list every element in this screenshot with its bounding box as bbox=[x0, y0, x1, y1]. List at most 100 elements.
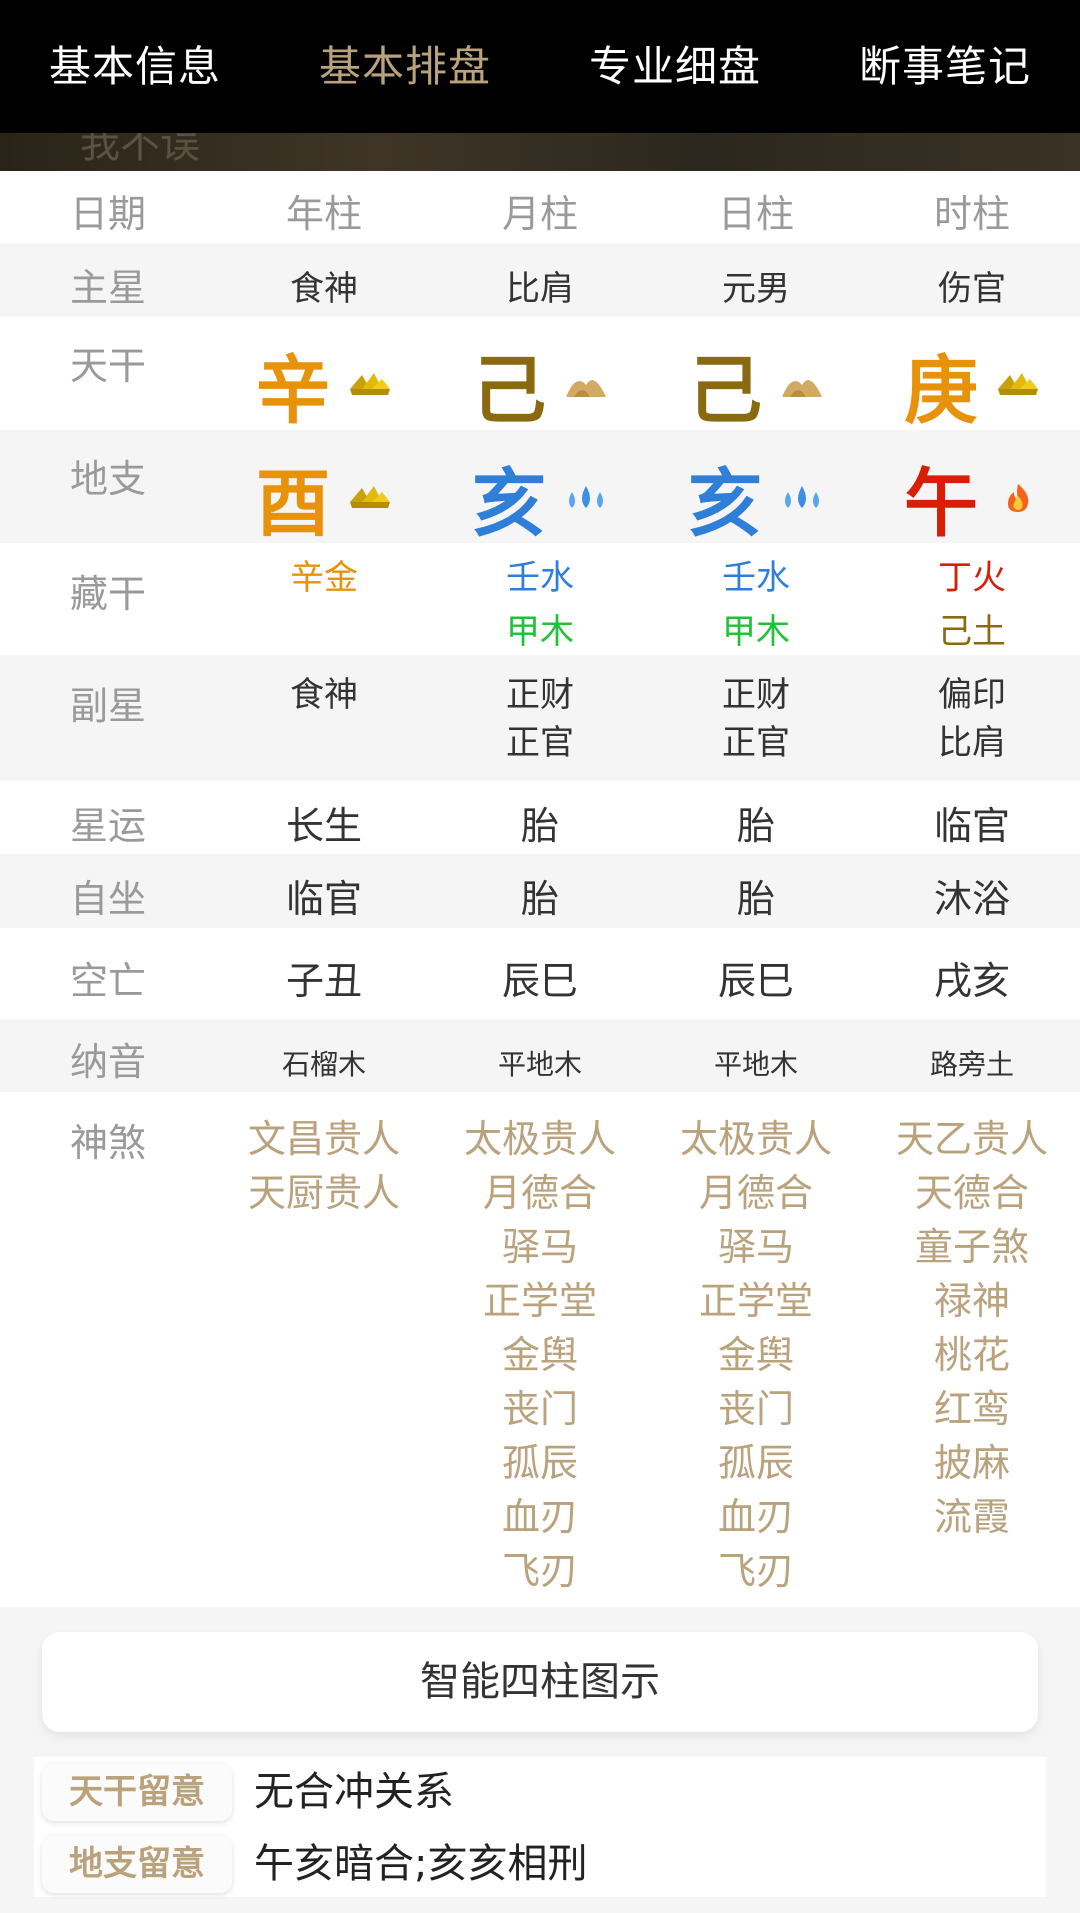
xingyun-month: 胎 bbox=[520, 804, 559, 848]
main-star-month: 比肩 bbox=[506, 269, 574, 309]
col-header-month: 月柱 bbox=[501, 192, 578, 236]
row-label: 自坐 bbox=[69, 877, 146, 921]
row-label: 空亡 bbox=[69, 959, 146, 1003]
kongwang-year: 子丑 bbox=[285, 959, 362, 1003]
earth-icon bbox=[566, 379, 606, 397]
sub-star: 偏印 bbox=[938, 675, 1006, 715]
col-header-hour: 时柱 bbox=[933, 192, 1010, 236]
nayin-row: 纳音 石榴木 平地木 平地木 路旁土 bbox=[0, 1019, 1080, 1092]
fuxing-year: 食神 bbox=[216, 671, 432, 719]
shensha-item: 禄神 bbox=[933, 1279, 1010, 1323]
smart-pillars-button[interactable]: 智能四柱图示 bbox=[42, 1632, 1038, 1732]
row-label: 天干 bbox=[69, 344, 146, 388]
dizhi-year: 酉 bbox=[216, 444, 432, 551]
note-text: 无合冲关系 bbox=[254, 1769, 454, 1815]
shensha-item: 天德合 bbox=[914, 1171, 1029, 1215]
sub-star: 比肩 bbox=[938, 723, 1006, 763]
shensha-hour: 天乙贵人 天德合 童子煞 禄神 桃花 红鸾 披麻 流霞 bbox=[864, 1112, 1080, 1544]
tab-basic-info[interactable]: 基本信息 bbox=[0, 0, 270, 133]
note-row-dizhi: 地支留意 午亥暗合;亥亥相刑 bbox=[34, 1831, 1046, 1897]
earth-icon bbox=[782, 379, 822, 397]
dizhi-day: 亥 bbox=[648, 444, 864, 551]
sub-star: 正财 bbox=[506, 675, 574, 715]
tab-basic-chart[interactable]: 基本排盘 bbox=[270, 0, 540, 133]
hidden-stem: 壬水 bbox=[722, 558, 790, 598]
sub-star: 正官 bbox=[722, 723, 790, 763]
shensha-item: 太极贵人 bbox=[463, 1117, 616, 1161]
fuxing-row: 副星 食神 正财 正官 正财 正官 偏印 比肩 bbox=[0, 655, 1080, 781]
water-icon bbox=[785, 485, 819, 508]
canggan-day: 壬水 甲木 bbox=[648, 551, 864, 659]
col-header-day: 日柱 bbox=[717, 192, 794, 236]
tab-notes[interactable]: 断事笔记 bbox=[810, 0, 1080, 133]
tiangan-month: 己 bbox=[432, 331, 648, 438]
shensha-item: 丧门 bbox=[717, 1387, 794, 1431]
nayin-year: 石榴木 bbox=[281, 1048, 366, 1081]
sub-star: 正财 bbox=[722, 675, 790, 715]
shensha-item: 飞刃 bbox=[717, 1549, 794, 1593]
header-banner: 我不误 bbox=[0, 133, 1080, 171]
row-label: 副星 bbox=[69, 684, 146, 728]
hidden-stem: 甲木 bbox=[506, 612, 574, 652]
row-label: 主星 bbox=[69, 266, 146, 310]
nayin-month: 平地木 bbox=[497, 1048, 582, 1081]
nayin-hour: 路旁土 bbox=[929, 1048, 1014, 1081]
banner-text: 我不误 bbox=[80, 133, 200, 167]
shensha-year: 文昌贵人 天厨贵人 bbox=[216, 1112, 432, 1220]
branch-char: 酉 bbox=[256, 461, 330, 547]
header-row: 日期 年柱 月柱 日柱 时柱 bbox=[0, 171, 1080, 243]
shensha-item: 流霞 bbox=[933, 1495, 1010, 1539]
shensha-month: 太极贵人 月德合 驿马 正学堂 金舆 丧门 孤辰 血刃 飞刃 bbox=[432, 1112, 648, 1598]
shensha-item: 驿马 bbox=[717, 1225, 794, 1269]
branch-char: 亥 bbox=[688, 461, 762, 547]
fuxing-hour: 偏印 比肩 bbox=[864, 671, 1080, 767]
fuxing-day: 正财 正官 bbox=[648, 671, 864, 767]
shensha-item: 孤辰 bbox=[717, 1441, 794, 1485]
row-label: 藏干 bbox=[69, 572, 146, 616]
hidden-stem: 丁火 bbox=[938, 558, 1006, 598]
tiangan-year: 辛 bbox=[216, 331, 432, 438]
stem-char: 己 bbox=[688, 348, 762, 434]
shensha-item: 驿马 bbox=[501, 1225, 578, 1269]
note-tag: 地支留意 bbox=[42, 1835, 232, 1893]
xingyun-day: 胎 bbox=[736, 804, 775, 848]
shensha-item: 金舆 bbox=[501, 1333, 578, 1377]
xingyun-row: 星运 长生 胎 胎 临官 bbox=[0, 781, 1080, 854]
top-nav: 基本信息 基本排盘 专业细盘 断事笔记 bbox=[0, 0, 1080, 133]
sub-star: 食神 bbox=[290, 675, 358, 715]
metal-icon bbox=[998, 372, 1038, 395]
hidden-stem: 甲木 bbox=[722, 612, 790, 652]
zizuo-year: 临官 bbox=[285, 877, 362, 921]
row-label: 地支 bbox=[69, 457, 146, 501]
main-star-hour: 伤官 bbox=[938, 269, 1006, 309]
hidden-stem: 壬水 bbox=[506, 558, 574, 598]
shensha-item: 丧门 bbox=[501, 1387, 578, 1431]
dizhi-month: 亥 bbox=[432, 444, 648, 551]
shensha-item: 月德合 bbox=[482, 1171, 597, 1215]
zizuo-month: 胎 bbox=[520, 877, 559, 921]
shensha-row: 神煞 文昌贵人 天厨贵人 太极贵人 月德合 驿马 正学堂 金舆 丧门 孤辰 血刃… bbox=[0, 1092, 1080, 1607]
xingyun-year: 长生 bbox=[285, 804, 362, 848]
metal-icon bbox=[350, 372, 390, 395]
stem-char: 辛 bbox=[256, 348, 330, 434]
stem-char: 庚 bbox=[904, 348, 978, 434]
tiangan-hour: 庚 bbox=[864, 331, 1080, 438]
shensha-item: 披麻 bbox=[933, 1441, 1010, 1485]
xingyun-hour: 临官 bbox=[933, 804, 1010, 848]
tiangan-day: 己 bbox=[648, 331, 864, 438]
shensha-item: 文昌贵人 bbox=[247, 1117, 400, 1161]
canggan-hour: 丁火 己土 bbox=[864, 551, 1080, 659]
canggan-month: 壬水 甲木 bbox=[432, 551, 648, 659]
fire-icon bbox=[1008, 483, 1029, 512]
metal-icon bbox=[350, 485, 390, 508]
nayin-day: 平地木 bbox=[713, 1048, 798, 1081]
note-text: 午亥暗合;亥亥相刑 bbox=[254, 1841, 588, 1887]
tiangan-row: 天干 辛 己 己 庚 bbox=[0, 317, 1080, 434]
kongwang-hour: 戌亥 bbox=[933, 959, 1010, 1003]
main-star-row: 主星 食神 比肩 元男 伤官 bbox=[0, 243, 1080, 317]
shensha-item: 血刃 bbox=[717, 1495, 794, 1539]
note-row-tiangan: 天干留意 无合冲关系 bbox=[34, 1759, 1046, 1825]
zizuo-day: 胎 bbox=[736, 877, 775, 921]
main-star-day: 元男 bbox=[722, 269, 790, 309]
tab-pro-chart[interactable]: 专业细盘 bbox=[540, 0, 810, 133]
